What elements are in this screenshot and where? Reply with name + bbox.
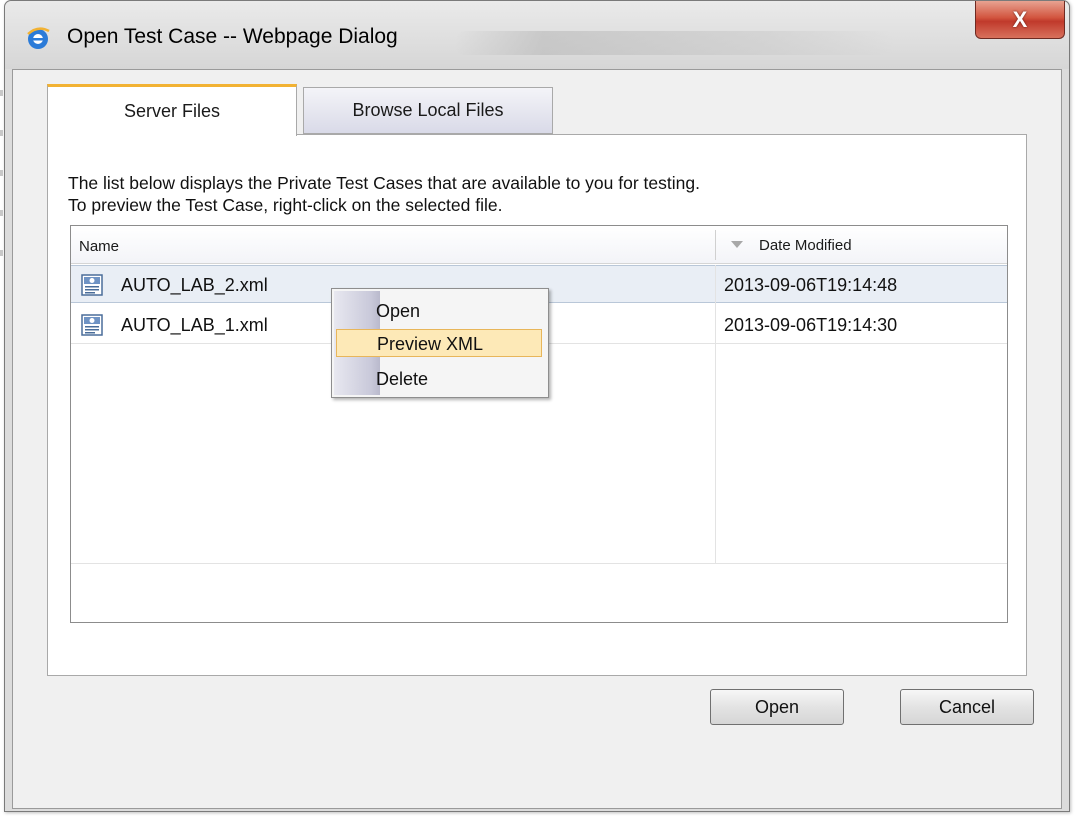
open-button[interactable]: Open (710, 689, 844, 725)
file-name: AUTO_LAB_2.xml (121, 275, 268, 295)
ie-icon (27, 27, 50, 49)
title-bar-blur (455, 31, 895, 55)
list-footer-divider (71, 563, 1007, 564)
sort-desc-icon (731, 241, 743, 248)
context-menu-delete[interactable]: Delete (336, 365, 542, 393)
file-name: AUTO_LAB_1.xml (121, 315, 268, 335)
description-line-1: The list below displays the Private Test… (68, 173, 700, 193)
file-date: 2013-09-06T19:14:48 (724, 275, 898, 295)
cancel-button[interactable]: Cancel (900, 689, 1034, 725)
tab-browse-local-files[interactable]: Browse Local Files (303, 87, 553, 134)
dialog-window: Open Test Case -- Webpage Dialog X Serve… (4, 0, 1070, 812)
column-gridline (715, 265, 716, 563)
context-menu-preview-xml[interactable]: Preview XML (336, 329, 542, 357)
context-menu-open[interactable]: Open (336, 297, 542, 325)
column-divider[interactable] (715, 230, 716, 260)
description-line-2: To preview the Test Case, right-click on… (68, 195, 503, 215)
list-header: Name Date Modified (71, 226, 1007, 264)
context-menu: Open Preview XML Delete (331, 288, 549, 398)
window-title: Open Test Case -- Webpage Dialog (67, 25, 398, 48)
xml-file-icon (81, 314, 103, 336)
file-date: 2013-09-06T19:14:30 (724, 315, 898, 335)
file-list[interactable]: Name Date Modified AUTO_LAB_2.xml 2013-0… (70, 225, 1008, 623)
dialog-body: Server Files Browse Local Files The list… (12, 69, 1062, 809)
title-bar[interactable]: Open Test Case -- Webpage Dialog (5, 1, 1069, 69)
background-edge (0, 90, 3, 290)
close-button[interactable]: X (975, 1, 1065, 39)
xml-file-icon (81, 274, 103, 296)
tab-server-files[interactable]: Server Files (47, 84, 297, 136)
close-icon: X (1012, 6, 1028, 32)
server-files-panel: The list below displays the Private Test… (47, 134, 1027, 676)
column-header-date-modified[interactable]: Date Modified (759, 237, 852, 254)
column-header-name[interactable]: Name (79, 238, 119, 255)
